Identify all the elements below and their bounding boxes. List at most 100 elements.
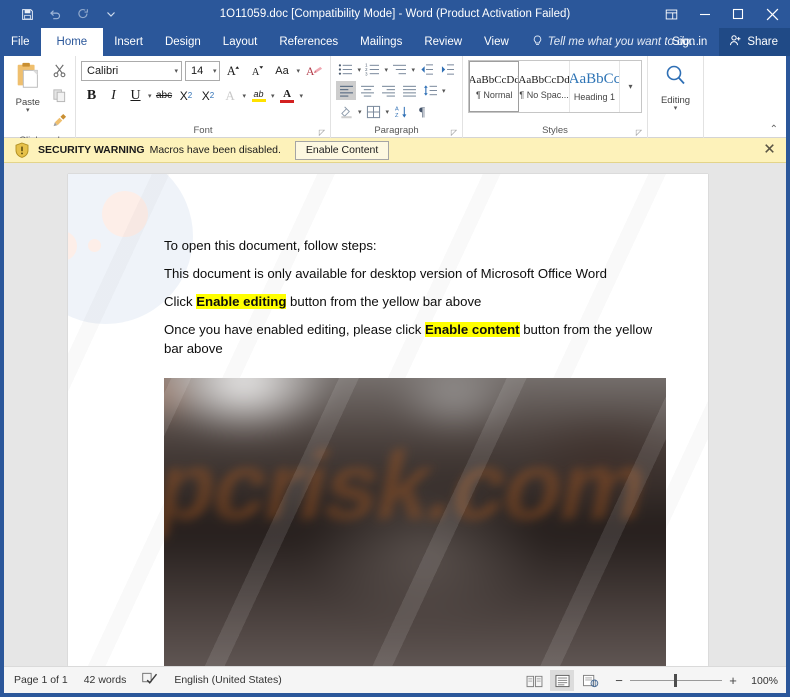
clear-formatting-icon[interactable]: A (304, 60, 325, 81)
ribbon-group-paragraph: ▾ 123 ▾ ▾ ▾ ▾ ▾ A Z ¶ Paragraph ◸ (331, 56, 463, 138)
group-label-editing (648, 123, 703, 138)
account-area: Sign in Share (660, 28, 790, 56)
line-spacing-icon[interactable] (420, 81, 440, 100)
customize-qat-icon[interactable] (98, 3, 124, 25)
zoom-in-button[interactable]: + (728, 673, 738, 688)
word-window: 1O11059.doc [Compatibility Mode] - Word … (0, 0, 790, 697)
save-icon[interactable] (14, 3, 40, 25)
shading-icon[interactable] (336, 102, 356, 121)
restore-icon[interactable] (721, 0, 754, 28)
document-page[interactable]: To open this document, follow steps: Thi… (68, 174, 708, 666)
style-normal[interactable]: AaBbCcDd ¶ Normal (469, 61, 520, 112)
enable-content-button[interactable]: Enable Content (294, 140, 390, 160)
print-layout-icon[interactable] (550, 670, 574, 691)
undo-icon[interactable] (42, 3, 68, 25)
ribbon: Paste ▾ Calibri ▾ 14 ▾ A A Aa ▾ A B I U … (4, 56, 786, 147)
increase-indent-icon[interactable] (437, 60, 456, 79)
paste-icon (13, 61, 43, 96)
bold-button[interactable]: B (81, 85, 102, 106)
style-no-spacing[interactable]: AaBbCcDd ¶ No Spac... (519, 61, 570, 112)
highlight-icon[interactable]: ab (248, 85, 269, 106)
tab-design[interactable]: Design (154, 28, 212, 56)
align-left-icon[interactable] (336, 81, 356, 100)
tab-view[interactable]: View (473, 28, 520, 56)
tab-file[interactable]: File (0, 28, 41, 56)
style-heading-1[interactable]: AaBbCс Heading 1 (570, 61, 621, 112)
multilevel-list-caret[interactable]: ▾ (410, 66, 416, 74)
font-color-icon[interactable]: A (277, 85, 298, 106)
superscript-button[interactable]: X2 (198, 85, 219, 106)
shading-caret[interactable]: ▾ (357, 108, 363, 116)
editing-dropdown-caret[interactable]: ▾ (674, 105, 678, 112)
font-name-combobox[interactable]: Calibri ▾ (81, 60, 182, 81)
close-security-bar-icon[interactable] (765, 144, 774, 156)
align-right-icon[interactable] (378, 81, 398, 100)
tab-insert[interactable]: Insert (103, 28, 154, 56)
redo-icon[interactable] (70, 3, 96, 25)
style-heading-1-name: Heading 1 (573, 92, 615, 102)
page-indicator[interactable]: Page 1 of 1 (14, 674, 68, 686)
tab-references[interactable]: References (268, 28, 349, 56)
sort-icon[interactable]: AZ (391, 102, 411, 121)
word-count[interactable]: 42 words (84, 674, 127, 686)
justify-icon[interactable] (399, 81, 419, 100)
styles-more-caret[interactable]: ▾ (620, 61, 641, 112)
ribbon-display-options-icon[interactable] (655, 0, 688, 28)
paragraph-1-run-1: To open this document, follow steps: (164, 238, 377, 253)
zoom-slider-thumb[interactable] (674, 674, 677, 687)
language-indicator[interactable]: English (United States) (174, 674, 281, 686)
tab-review[interactable]: Review (413, 28, 473, 56)
multilevel-list-icon[interactable] (390, 60, 409, 79)
zoom-level[interactable]: 100% (744, 675, 778, 687)
text-effects-caret[interactable]: ▾ (242, 92, 248, 100)
zoom-out-button[interactable]: − (614, 673, 624, 688)
highlight-caret[interactable]: ▾ (270, 92, 276, 100)
group-label-font: Font ◸ (76, 123, 330, 138)
bullet-list-caret[interactable]: ▾ (356, 66, 362, 74)
underline-caret[interactable]: ▾ (147, 92, 153, 100)
align-center-icon[interactable] (357, 81, 377, 100)
show-formatting-marks-icon[interactable]: ¶ (412, 102, 432, 121)
collapse-ribbon-icon[interactable]: ⌃ (770, 124, 778, 135)
borders-caret[interactable]: ▾ (385, 108, 391, 116)
line-spacing-caret[interactable]: ▾ (441, 87, 447, 95)
grow-font-icon[interactable]: A (223, 60, 244, 81)
numbered-list-caret[interactable]: ▾ (383, 66, 389, 74)
spell-check-icon[interactable] (142, 671, 158, 690)
sign-in-button[interactable]: Sign in (660, 28, 719, 56)
strikethrough-button[interactable]: abc (154, 85, 175, 106)
font-color-caret[interactable]: ▾ (299, 92, 305, 100)
italic-button[interactable]: I (103, 85, 124, 106)
editing-button[interactable]: Editing ▾ (653, 60, 698, 112)
share-button[interactable]: Share (719, 28, 790, 56)
copy-icon[interactable] (52, 88, 67, 108)
web-layout-icon[interactable] (578, 670, 602, 691)
borders-icon[interactable] (364, 102, 384, 121)
read-mode-icon[interactable] (522, 670, 546, 691)
close-icon[interactable] (754, 0, 790, 28)
font-size-combobox[interactable]: 14 ▾ (185, 60, 221, 81)
bullet-list-icon[interactable] (336, 60, 355, 79)
change-case-caret[interactable]: ▾ (295, 67, 301, 75)
numbered-list-icon[interactable]: 123 (363, 60, 382, 79)
ribbon-group-editing: Editing ▾ (648, 56, 704, 138)
underline-button[interactable]: U (125, 85, 146, 106)
document-text[interactable]: To open this document, follow steps: Thi… (164, 236, 668, 367)
tab-layout[interactable]: Layout (212, 28, 269, 56)
embedded-blurred-photo[interactable]: pcrisk.com (164, 378, 666, 666)
subscript-button[interactable]: X2 (176, 85, 197, 106)
paste-dropdown-caret[interactable]: ▾ (26, 107, 30, 114)
styles-gallery: AaBbCcDd ¶ Normal AaBbCcDd ¶ No Spac... … (468, 60, 642, 113)
shrink-font-icon[interactable]: A (247, 60, 268, 81)
text-effects-icon[interactable]: A (220, 85, 241, 106)
paste-button[interactable]: Paste ▾ (9, 60, 47, 133)
minimize-icon[interactable] (688, 0, 721, 28)
tab-mailings[interactable]: Mailings (349, 28, 413, 56)
format-painter-icon[interactable] (52, 113, 67, 133)
document-canvas[interactable]: To open this document, follow steps: Thi… (4, 163, 786, 666)
decrease-indent-icon[interactable] (417, 60, 436, 79)
change-case-icon[interactable]: Aa (271, 60, 292, 81)
zoom-slider[interactable] (630, 674, 722, 687)
cut-icon[interactable] (52, 63, 67, 83)
tab-home[interactable]: Home (40, 28, 104, 56)
